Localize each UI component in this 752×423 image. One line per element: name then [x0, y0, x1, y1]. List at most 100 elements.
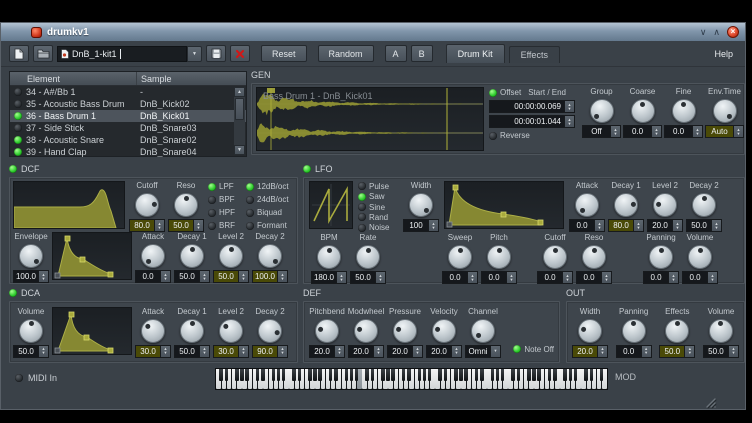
spin-buttons[interactable]: ▲▼	[564, 116, 574, 127]
column-element[interactable]: Element	[10, 72, 137, 85]
element-row[interactable]: 36 - Bass Drum 1DnB_Kick01	[10, 110, 246, 122]
black-key[interactable]	[272, 369, 276, 381]
cutoff-value-field[interactable]: 0.0▲▼	[537, 271, 573, 284]
fine-value-field[interactable]: 0.0▲▼	[664, 125, 703, 138]
volume-knob[interactable]	[19, 319, 43, 343]
sweep-knob[interactable]	[448, 245, 472, 269]
black-key[interactable]	[292, 369, 296, 381]
preset-name-value[interactable]: DnB_1-kit1	[72, 49, 117, 59]
black-key[interactable]	[391, 369, 395, 381]
decay-2-knob[interactable]	[258, 244, 282, 268]
saw-radio[interactable]: Saw	[358, 191, 398, 201]
envelope-knob[interactable]	[19, 244, 43, 268]
spin-buttons[interactable]: ▲▼	[451, 346, 461, 357]
black-key[interactable]	[371, 369, 375, 381]
element-row[interactable]: 38 - Acoustic SnareDnB_Snare02	[10, 134, 246, 146]
bpm-knob[interactable]	[317, 245, 341, 269]
decay-1-value-field[interactable]: 80.0▲▼	[608, 219, 644, 232]
black-key[interactable]	[277, 369, 281, 381]
lfo-wave-display[interactable]	[309, 181, 353, 229]
decay-1-knob[interactable]	[614, 193, 638, 217]
scroll-up-arrow[interactable]: ▲	[234, 87, 245, 97]
black-key[interactable]	[313, 369, 317, 381]
black-key[interactable]	[402, 369, 406, 381]
black-key[interactable]	[298, 369, 302, 381]
panning-value-field[interactable]: 0.0▲▼	[643, 271, 679, 284]
spin-buttons[interactable]: ▲▼	[692, 126, 702, 137]
black-key[interactable]	[475, 369, 479, 381]
black-key[interactable]	[444, 369, 448, 381]
cutoff-value-field[interactable]: 80.0▲▼	[129, 219, 165, 232]
channel-knob[interactable]	[471, 319, 495, 343]
offset-start-field[interactable]: 00:00:00.069 ▲▼	[489, 100, 575, 113]
black-key[interactable]	[527, 369, 531, 381]
black-key[interactable]	[407, 369, 411, 381]
black-key[interactable]	[256, 369, 260, 381]
spin-buttons[interactable]: ▲▼	[641, 346, 651, 357]
reset-button[interactable]: Reset	[261, 45, 307, 62]
bpf-radio[interactable]: BPF	[208, 194, 242, 205]
formant-radio[interactable]: Formant	[246, 220, 294, 231]
resize-grip[interactable]	[704, 396, 717, 409]
black-key[interactable]	[418, 369, 422, 381]
black-key[interactable]	[464, 369, 468, 381]
dcf-envelope-display[interactable]	[52, 232, 132, 280]
decay-2-value-field[interactable]: 100.0▲▼	[252, 270, 288, 283]
decay-1-knob[interactable]	[180, 244, 204, 268]
black-key[interactable]	[517, 369, 521, 381]
biquad-radio[interactable]: Biquad	[246, 207, 294, 218]
envelope-value-field[interactable]: 100.0▲▼	[13, 270, 49, 283]
width-value-field[interactable]: 100▲▼	[403, 219, 439, 232]
black-key[interactable]	[537, 369, 541, 381]
12db-oct-radio[interactable]: 12dB/oct	[246, 181, 294, 192]
black-key[interactable]	[480, 369, 484, 381]
coarse-knob[interactable]	[631, 99, 655, 123]
scrollbar-thumb[interactable]	[235, 98, 244, 120]
note-off-led[interactable]	[513, 345, 521, 353]
coarse-value-field[interactable]: 0.0▲▼	[623, 125, 662, 138]
attack-value-field[interactable]: 30.0▲▼	[135, 345, 171, 358]
dca-led[interactable]	[9, 289, 17, 297]
panning-knob[interactable]	[649, 245, 673, 269]
spin-buttons[interactable]: ▲▼	[336, 272, 346, 283]
spin-buttons[interactable]: ▲▼	[160, 271, 170, 282]
sample-waveform-display[interactable]: Bass Drum 1 - DnB_Kick01	[256, 87, 484, 151]
save-preset-button[interactable]	[206, 45, 226, 62]
element-list-header[interactable]: Element Sample	[10, 72, 246, 86]
spin-buttons[interactable]: ▲▼	[238, 271, 248, 282]
midi-keyboard[interactable]	[215, 368, 608, 390]
black-key[interactable]	[308, 369, 312, 381]
width-knob[interactable]	[578, 319, 602, 343]
width-knob[interactable]	[409, 193, 433, 217]
volume-value-field[interactable]: 0.0▲▼	[682, 271, 718, 284]
spin-buttons[interactable]: ▲▼	[610, 126, 620, 137]
spin-buttons[interactable]: ▲▼	[199, 346, 209, 357]
velocity-value-field[interactable]: 20.0▲▼	[426, 345, 462, 358]
spin-buttons[interactable]: ▲▼	[684, 346, 694, 357]
spin-buttons[interactable]: ▲▼	[651, 126, 661, 137]
black-key[interactable]	[553, 369, 557, 381]
spin-buttons[interactable]: ▲▼	[562, 272, 572, 283]
rand-radio[interactable]: Rand	[358, 212, 398, 222]
black-key[interactable]	[584, 369, 588, 381]
volume-knob[interactable]	[688, 245, 712, 269]
black-key[interactable]	[350, 369, 354, 381]
spin-buttons[interactable]: ▲▼	[594, 220, 604, 231]
cutoff-knob[interactable]	[135, 193, 159, 217]
delete-preset-button[interactable]	[230, 45, 250, 62]
volume-knob[interactable]	[709, 319, 733, 343]
black-key[interactable]	[511, 369, 515, 381]
element-row[interactable]: 35 - Acoustic Bass DrumDnB_Kick02	[10, 98, 246, 110]
black-key[interactable]	[501, 369, 505, 381]
tab-drum-kit[interactable]: Drum Kit	[446, 44, 505, 63]
effects-value-field[interactable]: 50.0▲▼	[659, 345, 695, 358]
black-key[interactable]	[423, 369, 427, 381]
spin-buttons[interactable]: ▲▼	[564, 101, 574, 112]
black-key[interactable]	[428, 369, 432, 381]
spin-buttons[interactable]: ▲▼	[154, 220, 164, 231]
black-key[interactable]	[329, 369, 333, 381]
black-key[interactable]	[496, 369, 500, 381]
black-key[interactable]	[318, 369, 322, 381]
spin-buttons[interactable]: ▲▼	[467, 272, 477, 283]
attack-value-field[interactable]: 0.0▲▼	[135, 270, 171, 283]
